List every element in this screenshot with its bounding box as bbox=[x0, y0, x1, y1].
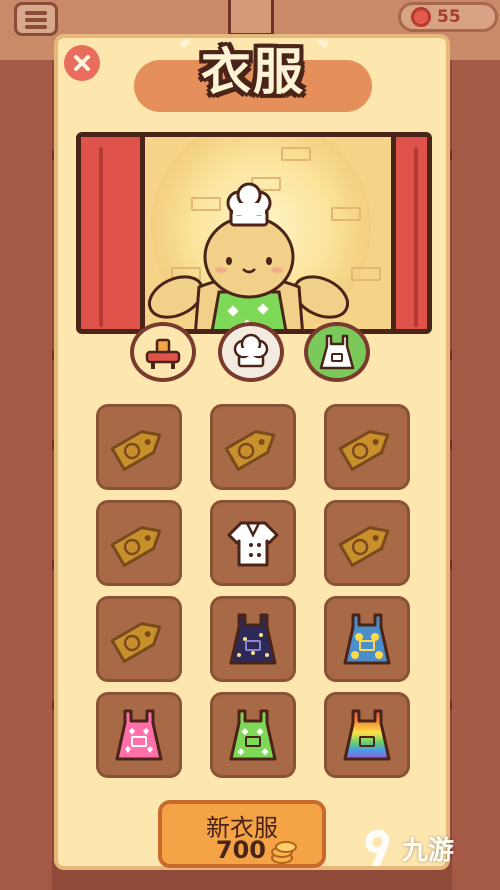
starry-night-apron-icon bbox=[229, 613, 277, 665]
clothes-item-locked[interactable] bbox=[324, 500, 410, 586]
price-tag-icon bbox=[110, 430, 162, 471]
chef-hat-icon bbox=[233, 333, 269, 368]
wall-pillar bbox=[452, 60, 500, 890]
watermark: 九游 bbox=[358, 820, 488, 876]
dialog-title: 衣服 bbox=[201, 43, 305, 101]
heart-coin-icon bbox=[411, 7, 431, 27]
clothes-item-chef-jacket[interactable] bbox=[210, 500, 296, 586]
price-tag-icon bbox=[338, 526, 390, 567]
rainbow-apron-icon bbox=[343, 709, 391, 761]
close-icon bbox=[74, 55, 90, 71]
clothes-item-locked[interactable] bbox=[96, 500, 182, 586]
clothes-item-green-apron[interactable] bbox=[210, 692, 296, 778]
clothes-item-starry-apron[interactable] bbox=[210, 596, 296, 682]
clothes-item-locked[interactable] bbox=[96, 596, 182, 682]
coin-stack-icon bbox=[271, 841, 297, 864]
clothes-item-locked[interactable] bbox=[96, 404, 182, 490]
close-button[interactable] bbox=[64, 45, 100, 81]
clothes-item-rainbow-apron[interactable] bbox=[324, 692, 410, 778]
buy-new-clothes-button[interactable]: 新衣服 700 bbox=[158, 800, 326, 868]
green-check-apron-icon bbox=[229, 709, 277, 761]
heart-count: 55 bbox=[437, 7, 461, 27]
buy-price: 700 bbox=[215, 836, 266, 864]
clothes-item-flower-apron[interactable] bbox=[324, 596, 410, 682]
yellow-flower-apron-icon bbox=[343, 613, 391, 665]
wall-pillar bbox=[0, 60, 52, 890]
price-tag-icon bbox=[338, 430, 390, 471]
category-furniture-tab[interactable] bbox=[130, 322, 196, 382]
category-hats-tab[interactable] bbox=[218, 322, 284, 382]
picnic-table-icon bbox=[145, 338, 181, 369]
menu-button[interactable] bbox=[14, 2, 58, 36]
jiuyou-logo bbox=[365, 830, 390, 866]
apron-icon bbox=[319, 334, 355, 370]
pink-heart-apron-icon bbox=[115, 709, 163, 761]
clothes-item-locked[interactable] bbox=[210, 404, 296, 490]
chef-jacket-icon bbox=[227, 521, 279, 567]
clothes-item-locked[interactable] bbox=[324, 404, 410, 490]
heart-counter: 55 bbox=[398, 2, 498, 32]
bunny-chef-character bbox=[148, 182, 349, 329]
watermark-text: 九游 bbox=[402, 835, 455, 866]
clothes-item-heart-apron[interactable] bbox=[96, 692, 182, 778]
character-preview bbox=[76, 132, 432, 334]
price-tag-icon bbox=[224, 430, 276, 471]
category-clothes-tab[interactable] bbox=[304, 322, 370, 382]
price-tag-icon bbox=[110, 526, 162, 567]
price-tag-icon bbox=[110, 622, 162, 663]
